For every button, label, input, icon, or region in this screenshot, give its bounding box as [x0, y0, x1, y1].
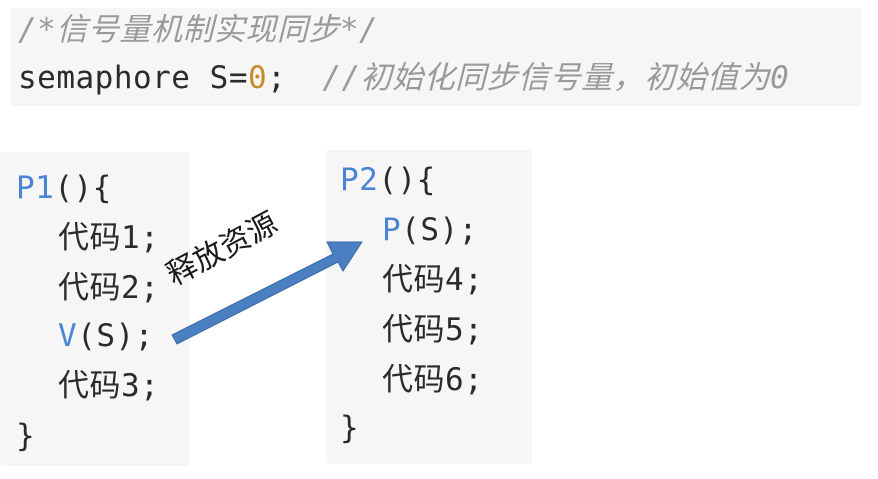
- decl-value: 0: [247, 60, 268, 96]
- p2-line-code5: 代码5;: [382, 312, 484, 348]
- p1-line-code1: 代码1;: [58, 220, 160, 256]
- p2-close-brace: }: [340, 410, 360, 446]
- v-op-args: (S);: [77, 318, 154, 354]
- p-op-args: (S);: [401, 212, 478, 248]
- p1-close-brace: }: [16, 418, 36, 454]
- p1-header-rest: (){: [54, 170, 112, 206]
- decl-var: S: [209, 60, 229, 96]
- p2-header: P2(){: [340, 162, 436, 198]
- decl-eq: =: [228, 60, 248, 96]
- p2-p-operation: P(S);: [382, 212, 478, 248]
- p2-line-code4: 代码4;: [382, 262, 484, 298]
- p1-line-code2: 代码2;: [58, 270, 160, 306]
- p2-header-rest: (){: [378, 162, 436, 198]
- p1-name: P1: [16, 170, 55, 206]
- v-op-name: V: [58, 318, 78, 354]
- p-op-name: P: [382, 212, 402, 248]
- p1-line-code3: 代码3;: [58, 368, 160, 404]
- semaphore-declaration: semaphore S=0; //初始化同步信号量，初始值为0: [18, 60, 789, 96]
- decl-type: semaphore: [18, 60, 210, 96]
- p1-v-operation: V(S);: [58, 318, 154, 354]
- p2-name: P2: [340, 162, 379, 198]
- decl-semicolon: ;: [267, 60, 287, 96]
- p1-header: P1(){: [16, 170, 112, 206]
- sync-comment-title: /*信号量机制实现同步*/: [18, 12, 379, 48]
- p2-line-code6: 代码6;: [382, 362, 484, 398]
- decl-comment: //初始化同步信号量，初始值为0: [322, 60, 790, 96]
